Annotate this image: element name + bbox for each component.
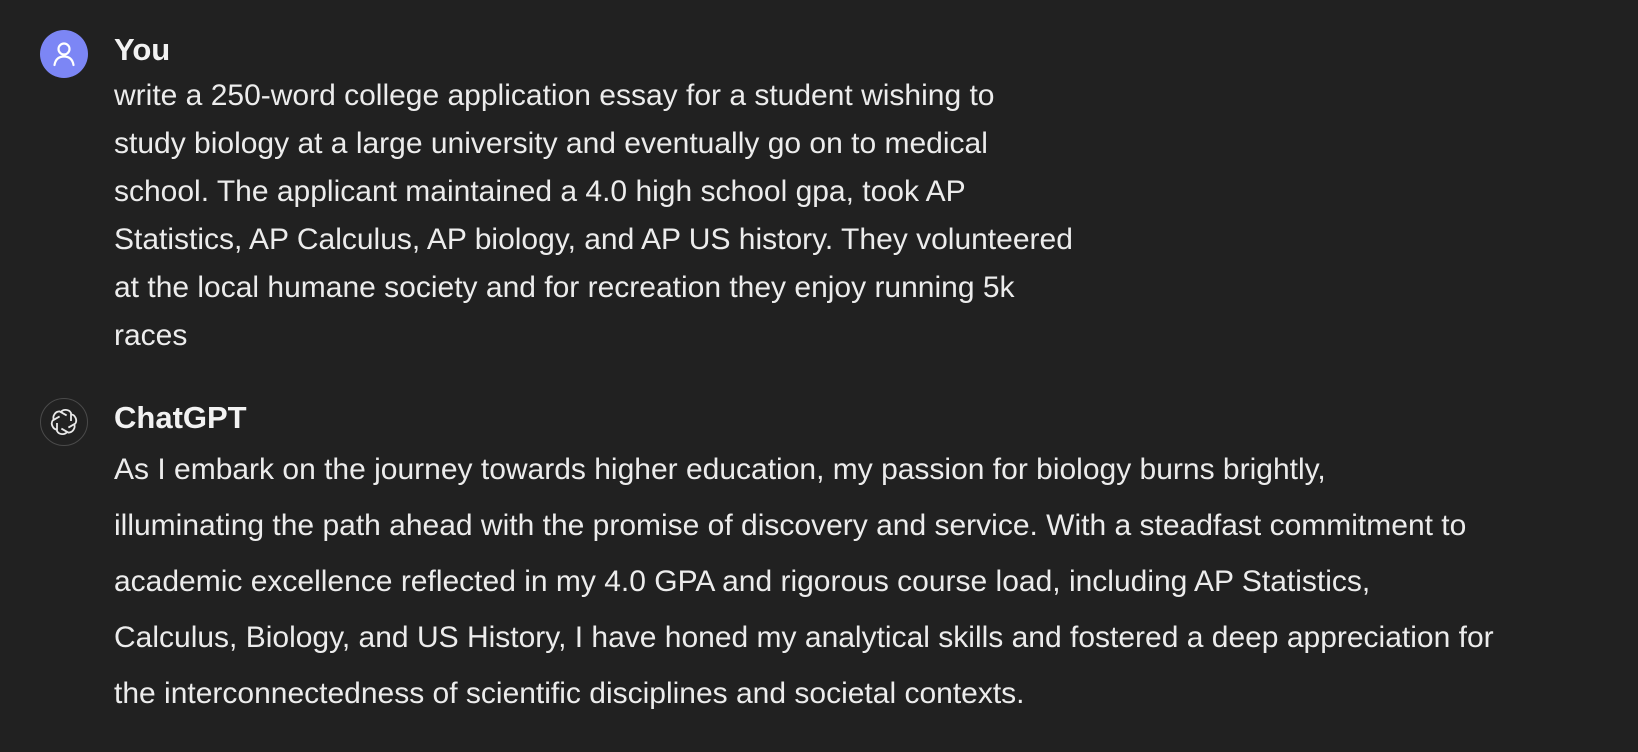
assistant-author-label: ChatGPT [114, 400, 247, 435]
openai-logo-icon [50, 408, 78, 436]
user-author-label: You [114, 32, 171, 67]
assistant-avatar [40, 398, 88, 446]
user-icon [53, 42, 75, 67]
user-avatar [40, 30, 88, 78]
assistant-message: ChatGPT As I embark on the journey towar… [40, 398, 1638, 722]
user-message-text: write a 250-word college application ess… [114, 79, 1073, 352]
user-message: You write a 250-word college application… [40, 30, 1144, 360]
assistant-message-text: As I embark on the journey towards highe… [114, 453, 1494, 710]
